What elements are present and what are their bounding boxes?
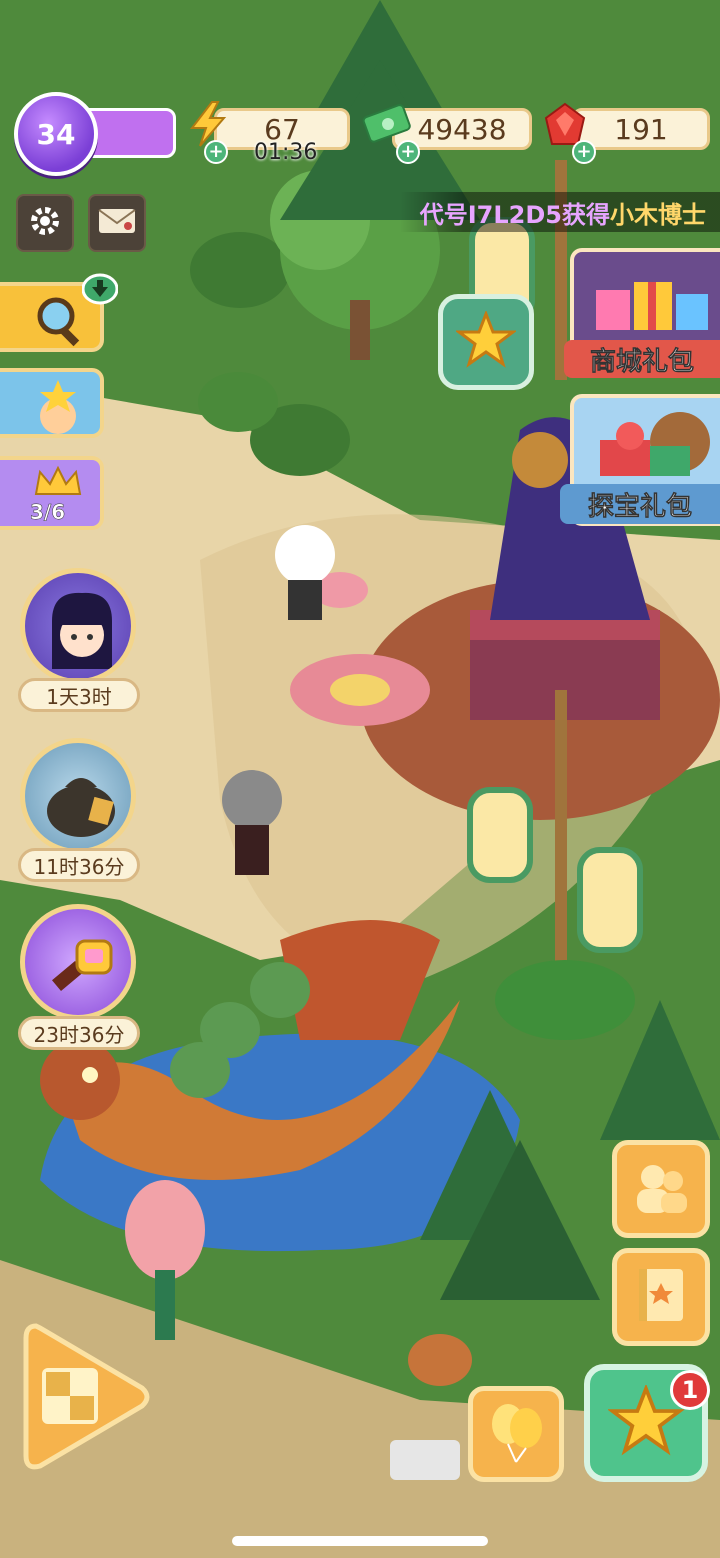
key-event-button[interactable]: [20, 904, 136, 1020]
settings-button[interactable]: [16, 194, 74, 252]
golden-key-icon: [41, 925, 121, 1009]
tasks-notification-badge: 1: [670, 1370, 710, 1410]
add-gems-button[interactable]: +: [572, 140, 596, 164]
sack-event-button[interactable]: [20, 738, 136, 854]
add-energy-button[interactable]: +: [204, 140, 228, 164]
ticker-prefix: 代号I7L2D5获得: [419, 200, 610, 229]
decorate-button[interactable]: [16, 1316, 152, 1478]
hedge: [198, 372, 278, 432]
key-event-timer: 23时36分: [18, 1016, 140, 1050]
energy-timer: 01:36: [254, 140, 318, 165]
ticker-reward: 小木博士: [610, 200, 706, 229]
lotus-lamp: [125, 1180, 205, 1280]
zongzi-rower: [250, 962, 310, 1018]
people-icon: [631, 1159, 691, 1219]
sack-icon: [43, 759, 119, 843]
collection-book-button[interactable]: [612, 1248, 710, 1346]
gem-value: 191: [614, 112, 668, 146]
girl-avatar-icon: [47, 591, 117, 675]
shop-pack-label: 商城礼包: [564, 340, 720, 378]
star-marker-button[interactable]: [438, 294, 534, 390]
envelope-icon: [98, 206, 136, 240]
sack-event-timer: 11时36分: [18, 848, 140, 882]
event-progress: 3/6: [30, 500, 66, 525]
star-face-icon: [30, 378, 86, 438]
game-scene[interactable]: 34 67 + 01:36 49438 + 191 + 代号I7L2D5获得 小…: [0, 0, 720, 1558]
character-npc: [275, 525, 335, 585]
balloon-button[interactable]: [468, 1386, 564, 1482]
lantern: [577, 847, 643, 953]
cash-value: 49438: [417, 112, 507, 146]
announcement-ticker: 代号I7L2D5获得 小木博士: [399, 192, 720, 232]
checkered-tile-icon: [38, 1364, 102, 1432]
star-icon: [454, 309, 518, 373]
treasure-pack-card[interactable]: 探宝礼包: [560, 394, 720, 526]
crown-event-tab[interactable]: 3/6: [0, 456, 104, 530]
level-text: 34: [36, 117, 76, 151]
hedge: [190, 232, 290, 308]
star-event-tab[interactable]: [0, 368, 104, 438]
balloons-icon: [486, 1400, 546, 1468]
gift-boxes-icon: [590, 260, 714, 342]
add-cash-button[interactable]: +: [396, 140, 420, 164]
character-player: [222, 770, 282, 830]
magnifier-icon: [30, 292, 86, 352]
security-camera: [390, 1440, 460, 1480]
character-event-button[interactable]: [20, 568, 136, 684]
level-badge[interactable]: 34: [14, 92, 98, 176]
treasure-chest-icon: [590, 406, 714, 486]
shop-pack-card[interactable]: 商城礼包: [564, 248, 720, 378]
flower-bush: [495, 960, 635, 1040]
book-icon: [633, 1265, 689, 1329]
sleeping-fox: [408, 1334, 472, 1386]
lantern: [467, 787, 533, 883]
treasure-pack-label: 探宝礼包: [560, 484, 720, 524]
download-icon: [81, 272, 119, 310]
zongzi-rower: [170, 1042, 230, 1098]
home-indicator[interactable]: [232, 1536, 488, 1546]
gear-icon: [27, 203, 63, 243]
friends-button[interactable]: [612, 1140, 710, 1238]
character-event-timer: 1天3时: [18, 678, 140, 712]
mail-button[interactable]: [88, 194, 146, 252]
